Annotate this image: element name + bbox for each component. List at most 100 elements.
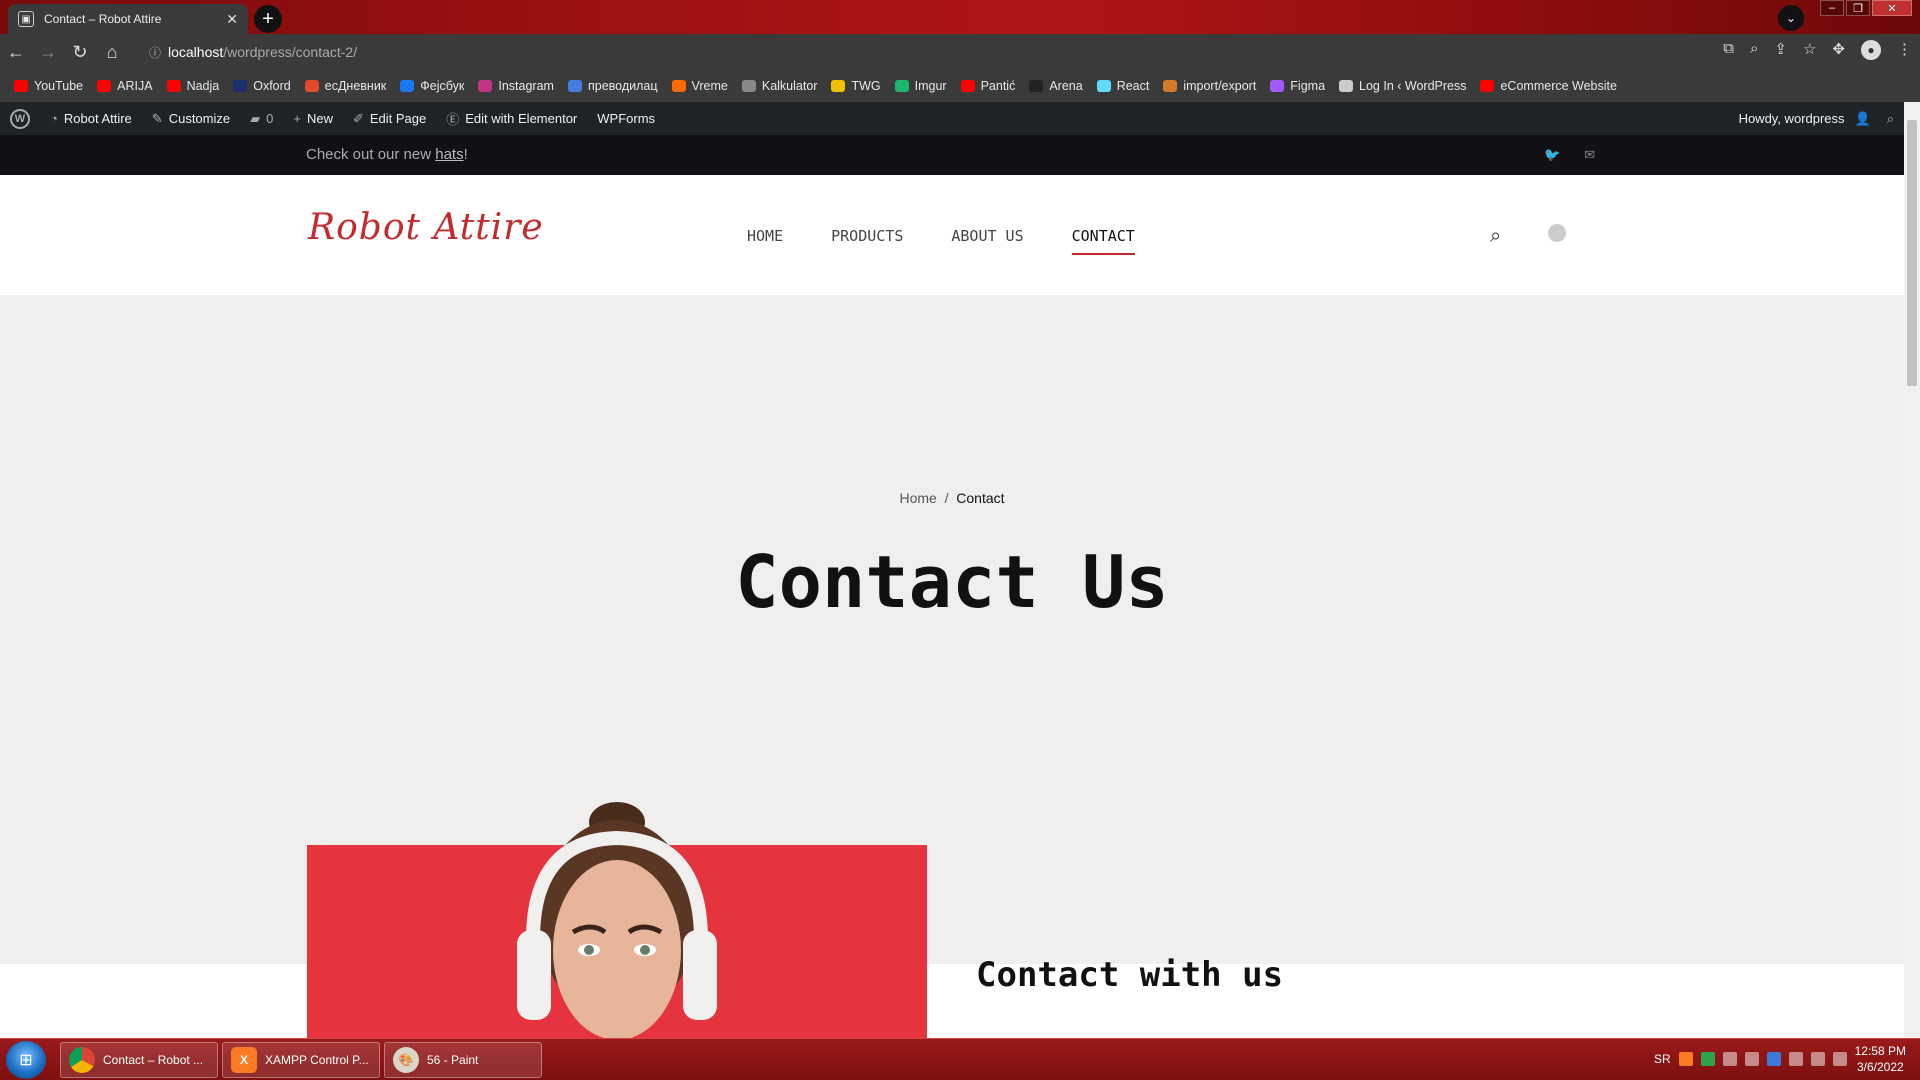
- flag-icon[interactable]: [1788, 1052, 1803, 1066]
- close-window-button[interactable]: ✕: [1872, 0, 1912, 16]
- bookmark-item[interactable]: ARIJA: [97, 79, 153, 93]
- close-tab-icon[interactable]: ✕: [226, 11, 238, 28]
- bookmark-item[interactable]: Instagram: [478, 79, 554, 93]
- bookmark-favicon-icon: [1163, 80, 1178, 92]
- breadcrumb-home[interactable]: Home: [899, 490, 936, 506]
- announcement-suffix: !: [463, 146, 468, 163]
- translate-icon[interactable]: ⧉: [1723, 40, 1734, 60]
- bookmark-favicon-icon: [14, 80, 28, 92]
- network-share-icon[interactable]: [1722, 1052, 1737, 1066]
- elementor-icon: Ⓔ: [446, 112, 460, 127]
- usb-icon[interactable]: [1744, 1052, 1759, 1066]
- plus-icon: +: [293, 111, 301, 126]
- back-icon[interactable]: ←: [0, 42, 32, 63]
- wp-comments[interactable]: ▰ 0: [240, 102, 283, 135]
- extensions-icon[interactable]: ✥: [1832, 40, 1845, 60]
- bookmark-item[interactable]: Vreme: [671, 79, 728, 93]
- site-logo[interactable]: Robot Attire: [308, 207, 544, 248]
- bookmark-item[interactable]: Arena: [1029, 79, 1083, 93]
- bookmark-label: Nadja: [186, 79, 220, 93]
- network-icon[interactable]: [1810, 1052, 1825, 1066]
- email-icon[interactable]: ✉: [1584, 147, 1595, 163]
- site-name-label: Robot Attire: [63, 111, 132, 126]
- address-bar[interactable]: ⓘ localhost/wordpress/contact-2/: [142, 39, 1742, 65]
- taskbar-item-chrome[interactable]: Contact – Robot ...: [60, 1042, 218, 1078]
- bookmark-favicon-icon: [1339, 80, 1354, 92]
- nav-item-contact[interactable]: CONTACT: [1071, 227, 1135, 255]
- hats-link[interactable]: hats: [435, 146, 463, 163]
- header-search-icon[interactable]: ⌕: [1490, 225, 1501, 248]
- site-info-icon[interactable]: ⓘ: [142, 44, 168, 61]
- browser-tab-active[interactable]: ▣ Contact – Robot Attire ✕: [8, 4, 248, 34]
- start-button[interactable]: ⊞: [6, 1041, 46, 1079]
- bookmark-item[interactable]: Imgur: [894, 79, 947, 93]
- reload-icon[interactable]: ↻: [64, 42, 96, 63]
- taskbar-item-xampp[interactable]: X XAMPP Control P...: [222, 1042, 380, 1078]
- bookmark-label: Pantić: [980, 79, 1016, 93]
- wp-customize[interactable]: ✎ Customize: [142, 102, 240, 135]
- forward-icon[interactable]: →: [32, 42, 64, 63]
- wp-elementor[interactable]: Ⓔ Edit with Elementor: [436, 102, 587, 135]
- bookmark-favicon-icon: [1029, 80, 1044, 92]
- bookmark-item[interactable]: eCommerce Website: [1480, 79, 1617, 93]
- page-scrollbar[interactable]: [1904, 102, 1920, 1038]
- header-account-icon[interactable]: [1548, 224, 1566, 242]
- tab-search-button[interactable]: ⌄: [1778, 5, 1804, 31]
- volume-icon[interactable]: [1832, 1052, 1847, 1066]
- bookmark-item[interactable]: есДневник: [304, 79, 386, 93]
- taskbar-label: XAMPP Control P...: [265, 1053, 369, 1067]
- wp-edit-page[interactable]: ✐ Edit Page: [343, 102, 436, 135]
- bookmark-star-icon[interactable]: ☆: [1803, 40, 1816, 60]
- bookmark-item[interactable]: Фејсбук: [400, 79, 464, 93]
- scrollbar-thumb[interactable]: [1907, 120, 1917, 386]
- bookmark-item[interactable]: TWG: [831, 79, 881, 93]
- wp-logo-menu[interactable]: W: [0, 102, 40, 135]
- xampp-icon: X: [231, 1047, 257, 1073]
- bluetooth-icon[interactable]: [1766, 1052, 1781, 1066]
- wordpress-logo-icon: W: [10, 108, 30, 129]
- user-avatar-icon[interactable]: 👤: [1855, 111, 1871, 127]
- twitter-icon[interactable]: 🐦: [1544, 147, 1560, 163]
- bookmark-label: преводилац: [587, 79, 658, 93]
- language-indicator[interactable]: SR: [1654, 1052, 1671, 1066]
- bookmark-item[interactable]: import/export: [1163, 79, 1256, 93]
- bookmark-item[interactable]: Oxford: [233, 79, 291, 93]
- shield-icon[interactable]: [1700, 1052, 1715, 1066]
- bookmark-item[interactable]: Nadja: [166, 79, 220, 93]
- wp-site-name[interactable]: ◔ Robot Attire: [40, 102, 142, 135]
- bookmark-item[interactable]: React: [1096, 79, 1149, 93]
- bookmark-item[interactable]: Kalkulator: [741, 79, 817, 93]
- bookmark-item[interactable]: Figma: [1270, 79, 1325, 93]
- xampp-tray-icon[interactable]: [1678, 1052, 1693, 1066]
- new-tab-button[interactable]: +: [254, 5, 282, 33]
- woman-with-headphones-image: [517, 802, 717, 1040]
- menu-kebab-icon[interactable]: ⋮: [1897, 40, 1912, 60]
- bookmark-label: Instagram: [498, 79, 554, 93]
- announcement-bar: Check out our new hats! 🐦 ✉: [0, 135, 1904, 175]
- profile-icon[interactable]: ●: [1861, 40, 1881, 60]
- nav-item-products[interactable]: PRODUCTS: [831, 227, 903, 255]
- bookmark-item[interactable]: YouTube: [14, 79, 83, 93]
- minimize-button[interactable]: –: [1820, 0, 1844, 16]
- nav-item-home[interactable]: HOME: [747, 227, 783, 255]
- bookmark-item[interactable]: преводилац: [567, 79, 658, 93]
- nav-item-about-us[interactable]: ABOUT US: [951, 227, 1023, 255]
- wp-new[interactable]: + New: [283, 102, 343, 135]
- clock[interactable]: 12:58 PM 3/6/2022: [1855, 1043, 1906, 1075]
- taskbar-item-paint[interactable]: 🎨 56 - Paint: [384, 1042, 542, 1078]
- clock-time: 12:58 PM: [1854, 1044, 1906, 1058]
- bookmark-label: Фејсбук: [420, 79, 465, 93]
- browser-toolbar: ← → ↻ ⌂ ⓘ localhost/wordpress/contact-2/…: [0, 34, 1920, 70]
- bookmark-item[interactable]: Log In ‹ WordPress: [1339, 79, 1466, 93]
- bookmark-label: YouTube: [34, 79, 84, 93]
- home-icon[interactable]: ⌂: [96, 42, 128, 63]
- share-icon[interactable]: ⇪: [1774, 40, 1787, 60]
- howdy-account[interactable]: Howdy, wordpress: [1739, 111, 1845, 126]
- zoom-icon[interactable]: ⌕: [1750, 40, 1758, 60]
- search-icon[interactable]: ⌕: [1887, 111, 1894, 127]
- wp-bar-right: Howdy, wordpress 👤 ⌕: [1739, 102, 1894, 135]
- maximize-button[interactable]: ❐: [1846, 0, 1870, 16]
- bookmark-item[interactable]: Pantić: [960, 79, 1016, 93]
- wp-admin-bar: W ◔ Robot Attire ✎ Customize ▰ 0 + New ✐ Edit…: [0, 102, 1904, 135]
- wp-wpforms[interactable]: WPForms: [587, 102, 665, 135]
